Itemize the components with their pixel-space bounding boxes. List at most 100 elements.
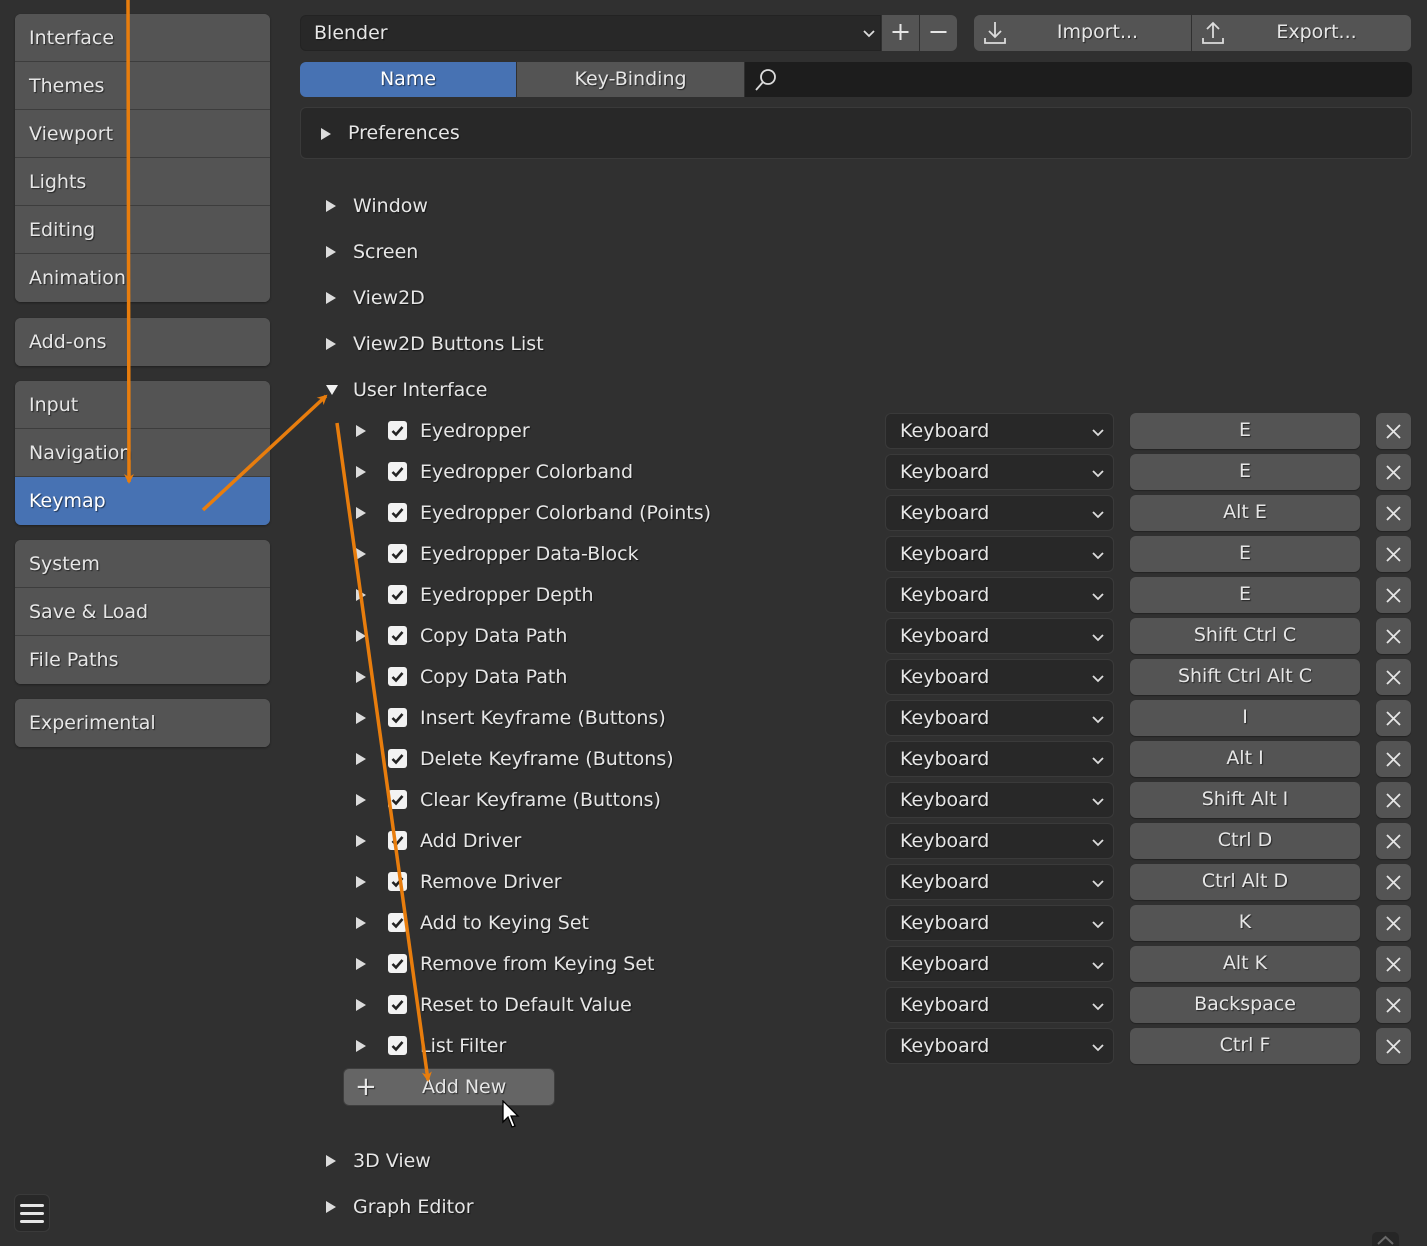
preferences-panel-header[interactable]: Preferences [300, 107, 1412, 159]
key-binding-button[interactable]: Ctrl Alt D [1130, 864, 1360, 900]
sidebar-item-animation[interactable]: Animation [15, 254, 270, 302]
keymap-preset-select[interactable]: Blender [300, 15, 881, 51]
expand-arrow-icon[interactable] [356, 548, 366, 560]
sidebar-item-navigation[interactable]: Navigation [15, 429, 270, 477]
expand-arrow-icon[interactable] [356, 507, 366, 519]
key-binding-button[interactable]: Shift Alt I [1130, 782, 1360, 818]
sidebar-item-keymap[interactable]: Keymap [15, 477, 270, 525]
key-binding-button[interactable]: Backspace [1130, 987, 1360, 1023]
enabled-checkbox[interactable] [388, 913, 407, 932]
expand-arrow-icon[interactable] [356, 589, 366, 601]
remove-keymap-item-button[interactable] [1376, 741, 1411, 777]
expand-arrow-icon[interactable] [356, 876, 366, 888]
expand-arrow-icon[interactable] [356, 466, 366, 478]
remove-keymap-item-button[interactable] [1376, 823, 1411, 859]
key-binding-button[interactable]: E [1130, 454, 1360, 490]
enabled-checkbox[interactable] [388, 626, 407, 645]
key-binding-button[interactable]: E [1130, 577, 1360, 613]
remove-keymap-item-button[interactable] [1376, 659, 1411, 695]
sidebar-item-file-paths[interactable]: File Paths [15, 636, 270, 684]
key-binding-button[interactable]: Shift Ctrl C [1130, 618, 1360, 654]
map-type-dropdown[interactable]: Keyboard [885, 905, 1114, 941]
map-type-dropdown[interactable]: Keyboard [885, 536, 1114, 572]
remove-keymap-item-button[interactable] [1376, 413, 1411, 449]
preferences-menu-button[interactable] [14, 1194, 50, 1232]
remove-keymap-item-button[interactable] [1376, 577, 1411, 613]
map-type-dropdown[interactable]: Keyboard [885, 577, 1114, 613]
map-type-dropdown[interactable]: Keyboard [885, 618, 1114, 654]
expand-arrow-icon[interactable] [356, 753, 366, 765]
remove-keymap-item-button[interactable] [1376, 1028, 1411, 1064]
remove-keymap-item-button[interactable] [1376, 618, 1411, 654]
remove-keymap-item-button[interactable] [1376, 700, 1411, 736]
sidebar-item-viewport[interactable]: Viewport [15, 110, 270, 158]
key-binding-button[interactable]: Shift Ctrl Alt C [1130, 659, 1360, 695]
import-button[interactable]: Import... [974, 15, 1191, 51]
sidebar-item-editing[interactable]: Editing [15, 206, 270, 254]
key-binding-button[interactable]: E [1130, 413, 1360, 449]
key-binding-button[interactable]: I [1130, 700, 1360, 736]
enabled-checkbox[interactable] [388, 831, 407, 850]
remove-keymap-item-button[interactable] [1376, 782, 1411, 818]
sidebar-item-interface[interactable]: Interface [15, 14, 270, 62]
expand-arrow-icon[interactable] [356, 1040, 366, 1052]
enabled-checkbox[interactable] [388, 421, 407, 440]
expand-arrow-icon[interactable] [356, 671, 366, 683]
enabled-checkbox[interactable] [388, 708, 407, 727]
expand-arrow-icon[interactable] [356, 712, 366, 724]
map-type-dropdown[interactable]: Keyboard [885, 864, 1114, 900]
map-type-dropdown[interactable]: Keyboard [885, 946, 1114, 982]
key-binding-button[interactable]: K [1130, 905, 1360, 941]
remove-keymap-item-button[interactable] [1376, 536, 1411, 572]
key-binding-button[interactable]: Alt I [1130, 741, 1360, 777]
sidebar-item-themes[interactable]: Themes [15, 62, 270, 110]
expand-arrow-icon[interactable] [356, 630, 366, 642]
enabled-checkbox[interactable] [388, 995, 407, 1014]
remove-keymap-item-button[interactable] [1376, 946, 1411, 982]
map-type-dropdown[interactable]: Keyboard [885, 987, 1114, 1023]
map-type-dropdown[interactable]: Keyboard [885, 1028, 1114, 1064]
map-type-dropdown[interactable]: Keyboard [885, 741, 1114, 777]
sidebar-item-lights[interactable]: Lights [15, 158, 270, 206]
key-binding-button[interactable]: Ctrl F [1130, 1028, 1360, 1064]
enabled-checkbox[interactable] [388, 790, 407, 809]
sidebar-item-system[interactable]: System [15, 540, 270, 588]
enabled-checkbox[interactable] [388, 1036, 407, 1055]
enabled-checkbox[interactable] [388, 749, 407, 768]
map-type-dropdown[interactable]: Keyboard [885, 495, 1114, 531]
map-type-dropdown[interactable]: Keyboard [885, 700, 1114, 736]
expand-arrow-icon[interactable] [356, 999, 366, 1011]
enabled-checkbox[interactable] [388, 503, 407, 522]
expand-arrow-icon[interactable] [356, 917, 366, 929]
key-binding-button[interactable]: Alt K [1130, 946, 1360, 982]
sidebar-item-save-and-load[interactable]: Save & Load [15, 588, 270, 636]
tab-filter-name[interactable]: Name [300, 62, 516, 97]
add-preset-button[interactable] [882, 15, 919, 51]
key-binding-button[interactable]: Alt E [1130, 495, 1360, 531]
expand-arrow-icon[interactable] [356, 958, 366, 970]
remove-preset-button[interactable] [920, 15, 957, 51]
enabled-checkbox[interactable] [388, 872, 407, 891]
map-type-dropdown[interactable]: Keyboard [885, 782, 1114, 818]
key-binding-button[interactable]: E [1130, 536, 1360, 572]
map-type-dropdown[interactable]: Keyboard [885, 659, 1114, 695]
remove-keymap-item-button[interactable] [1376, 454, 1411, 490]
sidebar-item-experimental[interactable]: Experimental [15, 699, 270, 747]
export-button[interactable]: Export... [1192, 15, 1411, 51]
enabled-checkbox[interactable] [388, 544, 407, 563]
sidebar-item-add-ons[interactable]: Add-ons [15, 318, 270, 366]
keymap-search-field[interactable] [745, 62, 1412, 97]
enabled-checkbox[interactable] [388, 462, 407, 481]
search-input[interactable] [785, 62, 1404, 97]
sidebar-item-input[interactable]: Input [15, 381, 270, 429]
remove-keymap-item-button[interactable] [1376, 987, 1411, 1023]
remove-keymap-item-button[interactable] [1376, 864, 1411, 900]
map-type-dropdown[interactable]: Keyboard [885, 454, 1114, 490]
key-binding-button[interactable]: Ctrl D [1130, 823, 1360, 859]
remove-keymap-item-button[interactable] [1376, 905, 1411, 941]
scroll-up-button[interactable] [1372, 1232, 1399, 1246]
expand-arrow-icon[interactable] [356, 794, 366, 806]
map-type-dropdown[interactable]: Keyboard [885, 413, 1114, 449]
enabled-checkbox[interactable] [388, 954, 407, 973]
expand-arrow-icon[interactable] [356, 835, 366, 847]
